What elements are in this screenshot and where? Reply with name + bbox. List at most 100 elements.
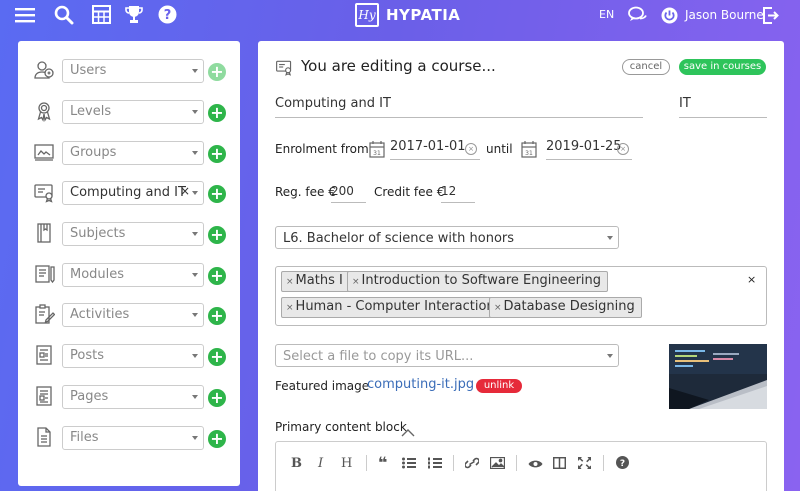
help-icon[interactable]: ? [616,456,629,473]
svg-text:?: ? [620,459,625,469]
featured-image-link[interactable]: computing-it.jpg [367,377,474,392]
clear-subjects-icon[interactable]: × [747,273,756,286]
file-url-placeholder: Select a file to copy its URL... [283,349,474,364]
activities-select[interactable]: Activities [62,303,204,327]
search-icon[interactable] [54,5,74,25]
add-module-button[interactable]: + [208,267,226,285]
trophy-icon[interactable] [124,5,144,24]
table-icon[interactable] [92,5,111,24]
sidebar-item-posts: Posts + [18,340,240,370]
bold-icon[interactable]: B [291,456,302,471]
logout-icon[interactable] [763,7,779,24]
heading-icon[interactable]: H [341,456,352,471]
posts-icon [33,344,55,366]
calendar-icon[interactable]: 31 [369,140,385,158]
side-by-side-icon[interactable] [552,456,567,473]
bullet-list-icon[interactable] [402,457,416,473]
image-icon[interactable] [489,456,506,473]
chat-icon[interactable] [628,6,648,24]
subjects-icon [33,222,55,244]
course-code-field[interactable]: IT [679,96,767,118]
help-icon[interactable]: ? [158,5,177,24]
course-name-field[interactable]: Computing and IT [275,96,643,118]
italic-icon[interactable]: I [318,456,323,471]
add-file-button[interactable]: + [208,430,226,448]
pages-select[interactable]: Pages [62,385,204,409]
sidebar-item-label: Files [70,430,99,445]
calendar-day-text: 31 [373,150,381,157]
cancel-button[interactable]: cancel [622,59,670,75]
clear-date-from-icon[interactable]: × [465,143,477,155]
clear-icon[interactable]: × [180,184,190,198]
until-label: until [486,142,513,156]
file-url-select[interactable]: Select a file to copy its URL... [275,344,619,367]
chevron-down-icon [192,69,198,73]
user-name[interactable]: Jason Bourne [685,8,764,22]
add-user-button[interactable]: + [208,63,226,81]
sidebar-item-courses: Computing and IT × + [18,177,240,207]
chevron-up-icon[interactable] [401,422,415,441]
subject-tag[interactable]: × Database Designing [489,297,642,318]
power-icon[interactable] [661,7,678,24]
credit-fee-field[interactable]: 12 [441,181,475,203]
enrolment-from-label: Enrolment from [275,142,369,156]
clear-date-until-icon[interactable]: × [617,143,629,155]
courses-select[interactable]: Computing and IT × [62,181,204,205]
toolbar-divider [603,455,604,471]
reg-fee-label: Reg. fee € [275,185,336,199]
brand[interactable]: Hy HYPATIA [355,3,460,27]
link-icon[interactable] [464,457,480,473]
subject-tag[interactable]: × Human - Computer Interaction [281,297,502,318]
content-block-label: Primary content block [275,420,407,434]
add-subject-button[interactable]: + [208,226,226,244]
posts-select[interactable]: Posts [62,344,204,368]
fullscreen-icon[interactable] [578,457,591,473]
add-activity-button[interactable]: + [208,307,226,325]
brand-name: HYPATIA [386,6,461,24]
save-button[interactable]: save in courses [679,59,766,75]
sidebar-item-label: Computing and IT [70,185,186,200]
numbered-list-icon[interactable] [428,457,442,473]
users-select[interactable]: Users [62,59,204,83]
toolbar-divider [453,455,454,471]
calendar-day-text: 31 [525,150,533,157]
add-level-button[interactable]: + [208,104,226,122]
levels-select[interactable]: Levels [62,100,204,124]
remove-tag-icon[interactable]: × [352,277,360,287]
preview-eye-icon[interactable] [528,458,543,473]
subject-tag[interactable]: × Introduction to Software Engineering [347,271,609,292]
remove-tag-icon[interactable]: × [494,303,502,313]
subject-tag[interactable]: × Maths I [281,271,350,292]
chevron-down-icon [192,354,198,358]
add-course-button[interactable]: + [208,185,226,203]
modules-select[interactable]: Modules [62,263,204,287]
subjects-select[interactable]: Subjects [62,222,204,246]
files-select[interactable]: Files [62,426,204,450]
calendar-icon[interactable]: 31 [521,140,537,158]
groups-icon [33,141,55,163]
chevron-down-icon [192,436,198,440]
quote-icon[interactable]: ❝ [378,453,387,472]
remove-tag-icon[interactable]: × [286,303,294,313]
reg-fee-field[interactable]: 200 [331,181,366,203]
sidebar-item-label: Groups [70,145,117,160]
remove-tag-icon[interactable]: × [286,277,294,287]
toolbar-divider [516,455,517,471]
add-group-button[interactable]: + [208,145,226,163]
subjects-multiselect[interactable]: × Maths I × Introduction to Software Engin… [275,266,767,326]
course-icon [275,58,293,76]
sidebar-item-label: Users [70,63,107,78]
unlink-button[interactable]: unlink [476,379,522,393]
sidebar-item-label: Activities [70,307,130,322]
add-post-button[interactable]: + [208,348,226,366]
menu-icon[interactable] [15,7,35,23]
subject-tag-label: Introduction to Software Engineering [361,273,602,288]
sidebar: Users + Levels + Groups + Computing and … [18,41,240,486]
groups-select[interactable]: Groups [62,141,204,165]
svg-text:?: ? [164,8,172,23]
subject-tag-label: Database Designing [503,299,635,314]
language-selector[interactable]: EN [599,8,614,21]
level-select[interactable]: L6. Bachelor of science with honors [275,226,619,249]
add-page-button[interactable]: + [208,389,226,407]
sidebar-item-modules: Modules + [18,259,240,289]
